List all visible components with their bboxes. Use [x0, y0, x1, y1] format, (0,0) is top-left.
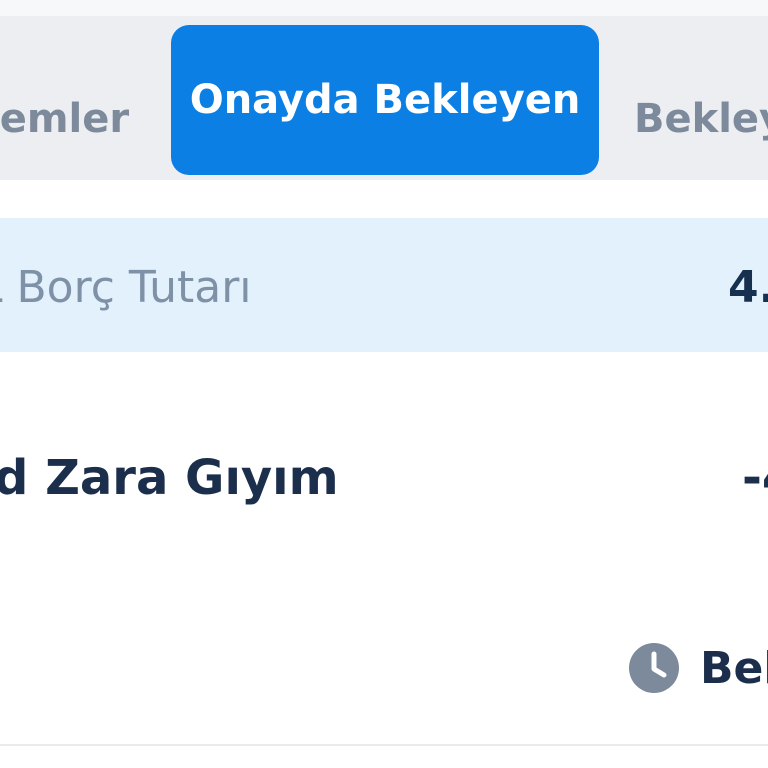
transactions-screen: lemler Onayda Bekleyen Bekley L Borç Tut… [0, 0, 768, 768]
status-label: Bel [700, 642, 768, 694]
debt-amount-label: L Borç Tutarı [0, 262, 252, 313]
tab-bekleyen[interactable]: Bekley [634, 81, 768, 157]
tab-islemler[interactable]: lemler [0, 81, 129, 157]
top-strip [0, 0, 768, 17]
debt-amount-value: 4. [728, 262, 768, 313]
transaction-amount: -4 [742, 450, 768, 506]
transaction-merchant[interactable]: d Zara Gıyım [0, 450, 339, 506]
clock-icon [629, 643, 679, 693]
debt-summary-row: L Borç Tutarı 4. [0, 218, 768, 352]
transaction-status: Bel [628, 642, 768, 694]
tab-onayda-bekleyen[interactable]: Onayda Bekleyen [171, 25, 599, 175]
tab-bar: lemler Onayda Bekleyen Bekley [0, 17, 768, 180]
row-divider [0, 744, 768, 746]
